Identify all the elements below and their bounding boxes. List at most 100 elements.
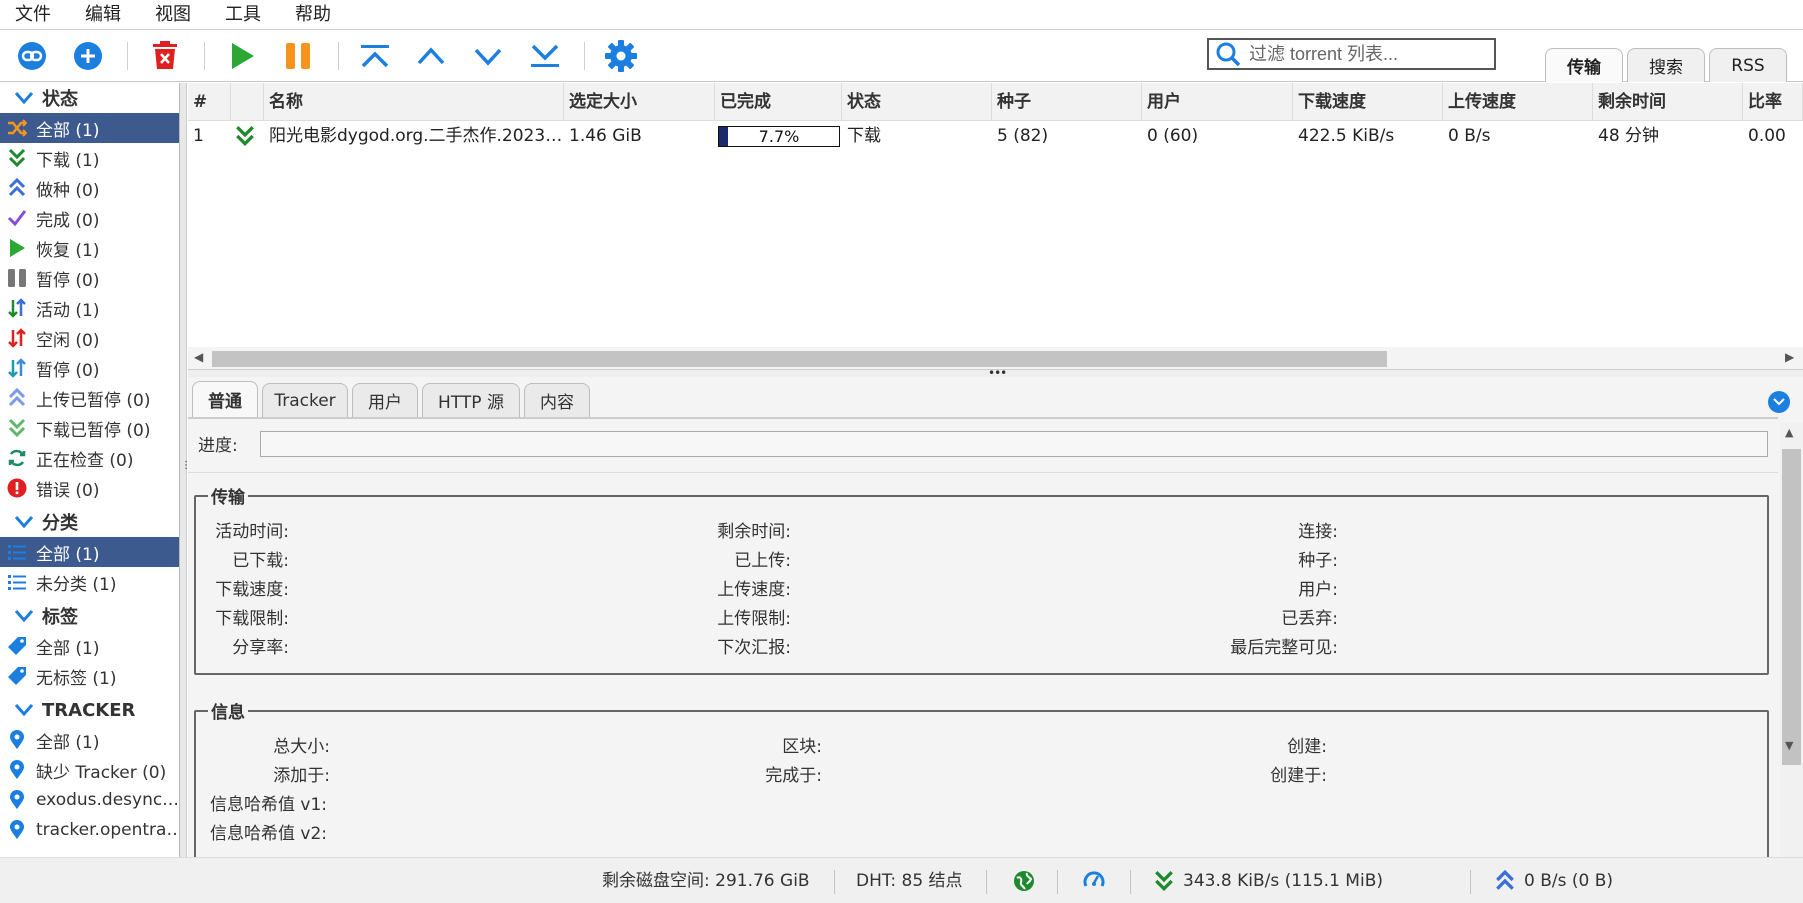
- sidebar-item-category-all[interactable]: 全部 (1): [0, 537, 179, 567]
- sidebar-item-stalled-uploading[interactable]: 上传已暂停 (0): [0, 383, 179, 413]
- sidebar-item-label: tracker.opentra…: [36, 820, 179, 840]
- sidebar-item-untagged[interactable]: 无标签 (1): [0, 661, 179, 691]
- chevron-down-icon: [14, 92, 34, 105]
- field-download-limit: 下载限制:: [215, 609, 289, 629]
- search-icon: [1216, 42, 1241, 67]
- column-header-down-speed[interactable]: 下载速度: [1293, 83, 1443, 121]
- connection-status-icon[interactable]: [1013, 858, 1035, 903]
- sidebar-item-resumed[interactable]: 恢复 (1): [0, 233, 179, 263]
- speed-limit-toggle-icon[interactable]: [1083, 858, 1105, 903]
- list-detail-splitter[interactable]: •••: [188, 366, 1803, 380]
- tab-general[interactable]: 普通: [192, 381, 258, 417]
- sidebar-item-trackerless[interactable]: 缺少 Tracker (0): [0, 755, 179, 785]
- column-header-num[interactable]: #: [188, 83, 231, 121]
- scrollbar-thumb[interactable]: [212, 351, 1387, 367]
- scroll-down-arrow-icon[interactable]: ▼: [1785, 739, 1793, 752]
- sidebar-item-seeding[interactable]: 做种 (0): [0, 173, 179, 203]
- menu-file[interactable]: 文件: [0, 0, 70, 30]
- tab-trackers[interactable]: Tracker: [262, 383, 348, 417]
- sidebar-item-tracker-exodus[interactable]: exodus.desync.…: [0, 785, 179, 815]
- chevron-down-icon: [14, 516, 34, 529]
- idle-arrows-icon: [6, 327, 28, 349]
- move-down-button[interactable]: [470, 38, 506, 74]
- status-header-label: 状态: [42, 89, 78, 110]
- column-header-progress[interactable]: 已完成: [715, 83, 842, 121]
- sidebar-item-label: 全部 (1): [36, 120, 100, 141]
- resume-button[interactable]: [224, 38, 260, 74]
- filter-search-input[interactable]: [1249, 43, 1479, 65]
- tracker-section-header[interactable]: TRACKER: [0, 695, 179, 725]
- settings-button[interactable]: [603, 38, 639, 74]
- scroll-right-arrow-icon[interactable]: ▶: [1785, 350, 1794, 364]
- menu-tools[interactable]: 工具: [210, 0, 280, 30]
- table-row[interactable]: 1 阳光电影dygod.org.二手杰作.2023… 1.46 GiB 7.7%…: [188, 121, 1803, 151]
- sidebar-item-label: 活动 (1): [36, 300, 100, 321]
- location-pin-icon: [6, 819, 28, 841]
- move-down-icon: [474, 48, 502, 66]
- add-torrent-button[interactable]: [70, 38, 106, 74]
- location-pin-icon: [6, 759, 28, 781]
- tab-peers[interactable]: 用户: [352, 383, 418, 417]
- sidebar-item-label: 下载已暂停 (0): [36, 420, 151, 441]
- tab-transfers[interactable]: 传输: [1545, 48, 1623, 82]
- column-header-name[interactable]: 名称: [264, 83, 564, 121]
- sidebar-item-active[interactable]: 活动 (1): [0, 293, 179, 323]
- tab-content[interactable]: 内容: [524, 383, 590, 417]
- dht-status: DHT: 85 结点: [856, 871, 963, 891]
- sidebar-item-errored[interactable]: 错误 (0): [0, 473, 179, 503]
- sidebar-item-downloading[interactable]: 下载 (1): [0, 143, 179, 173]
- sidebar-item-uncategorized[interactable]: 未分类 (1): [0, 567, 179, 597]
- tab-http-sources[interactable]: HTTP 源: [422, 383, 520, 417]
- sidebar-item-label: 错误 (0): [36, 480, 100, 501]
- error-icon: [6, 477, 28, 499]
- field-seeds: 种子:: [1298, 551, 1338, 571]
- column-header-eta[interactable]: 剩余时间: [1593, 83, 1743, 121]
- column-header-status[interactable]: 状态: [842, 83, 992, 121]
- move-top-button[interactable]: [357, 38, 393, 74]
- category-section-header[interactable]: 分类: [0, 507, 179, 537]
- sidebar-item-tracker-all[interactable]: 全部 (1): [0, 725, 179, 755]
- row-ratio: 0.00: [1748, 126, 1786, 146]
- move-bottom-button[interactable]: [527, 38, 563, 74]
- collapse-panel-button[interactable]: [1768, 391, 1790, 413]
- download-speed-status[interactable]: 343.8 KiB/s (115.1 MiB): [1153, 858, 1383, 903]
- filter-search-box[interactable]: [1207, 38, 1496, 70]
- tab-rss[interactable]: RSS: [1709, 48, 1787, 82]
- row-peers: 0 (60): [1147, 126, 1199, 146]
- column-header-ratio[interactable]: 比率: [1743, 83, 1803, 121]
- delete-button[interactable]: [147, 38, 183, 74]
- column-header-peers[interactable]: 用户: [1142, 83, 1293, 121]
- sidebar-item-tag-all[interactable]: 全部 (1): [0, 631, 179, 661]
- sidebar-item-paused[interactable]: 暂停 (0): [0, 263, 179, 293]
- menu-view[interactable]: 视图: [140, 0, 210, 30]
- column-header-seeds[interactable]: 种子: [992, 83, 1142, 121]
- sidebar-item-all[interactable]: 全部 (1): [0, 113, 179, 143]
- sidebar-item-label: 缺少 Tracker (0): [36, 762, 167, 783]
- sidebar-item-tracker-opentracker[interactable]: tracker.opentra…: [0, 815, 179, 845]
- field-reannounce: 下次汇报:: [717, 638, 791, 658]
- scrollbar-thumb[interactable]: [1782, 449, 1801, 765]
- sidebar-item-stalled-downloading[interactable]: 下载已暂停 (0): [0, 413, 179, 443]
- menu-help[interactable]: 帮助: [280, 0, 350, 30]
- tag-section-header[interactable]: 标签: [0, 601, 179, 631]
- status-section-header[interactable]: 状态: [0, 83, 179, 113]
- scroll-up-arrow-icon[interactable]: ▲: [1785, 426, 1793, 439]
- move-up-button[interactable]: [413, 38, 449, 74]
- menu-edit[interactable]: 编辑: [70, 0, 140, 30]
- column-header-up-speed[interactable]: 上传速度: [1443, 83, 1593, 121]
- sidebar-item-label: 做种 (0): [36, 180, 100, 201]
- sidebar-item-inactive[interactable]: 空闲 (0): [0, 323, 179, 353]
- row-status: 下载: [847, 126, 881, 146]
- scroll-left-arrow-icon[interactable]: ◀: [194, 350, 203, 364]
- sidebar-splitter[interactable]: ⋮: [180, 83, 191, 857]
- tab-search[interactable]: 搜索: [1627, 48, 1705, 82]
- column-header-size[interactable]: 选定大小: [564, 83, 715, 121]
- upload-speed-status[interactable]: 0 B/s (0 B): [1494, 858, 1613, 903]
- column-header-state-icon[interactable]: [231, 83, 264, 121]
- detail-vertical-scrollbar[interactable]: ▲ ▼: [1780, 423, 1803, 857]
- sidebar-item-checking[interactable]: 正在检查 (0): [0, 443, 179, 473]
- sidebar-item-stalled[interactable]: 暂停 (0): [0, 353, 179, 383]
- sidebar-item-completed[interactable]: 完成 (0): [0, 203, 179, 233]
- add-link-button[interactable]: [14, 38, 50, 74]
- pause-button[interactable]: [280, 38, 316, 74]
